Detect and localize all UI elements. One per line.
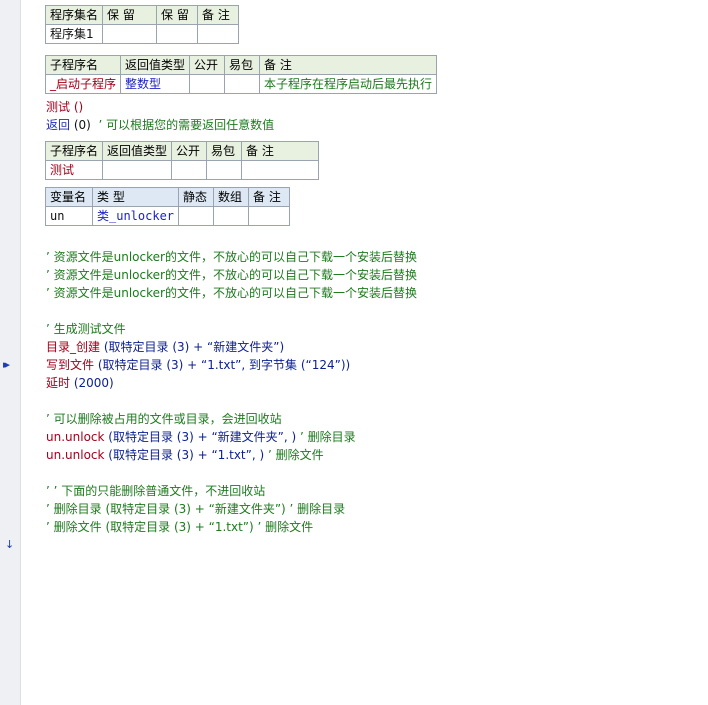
write-args: (取特定目录 (3) + “1.txt”, 到字节集 (“124”)) <box>94 358 351 372</box>
test-easy-pack-cell[interactable] <box>206 160 243 180</box>
header-var-name: 变量名 <box>45 187 93 207</box>
code-line-call-test[interactable]: 测试 () <box>46 98 83 116</box>
header-static: 静态 <box>178 187 215 207</box>
unlock-file-call: un.unlock <box>46 448 105 462</box>
current-line-marker-icon: ▸▸ <box>3 358 10 371</box>
header-public: 公开 <box>171 141 208 161</box>
code-comment-generate[interactable]: ’ 生成测试文件 <box>46 320 126 338</box>
var-array-cell[interactable] <box>213 206 250 226</box>
header-sub-name: 子程序名 <box>44 141 104 161</box>
local-variable-table: 变量名 类 型 静态 数组 备 注 un 类_unlocker <box>45 187 291 226</box>
code-comment-resource-3[interactable]: ’ 资源文件是unlocker的文件，不放心的可以自己下载一个安装后替换 <box>46 284 417 302</box>
return-comment: ’ 可以根据您的需要返回任意数值 <box>98 118 275 132</box>
header-remark: 备 注 <box>241 141 320 161</box>
code-comment-rmdir[interactable]: ’ 删除目录 (取特定目录 (3) + “新建文件夹”) ’ 删除目录 <box>46 500 345 518</box>
header-remark: 备 注 <box>197 5 240 25</box>
test-sub-name-cell[interactable]: 测试 <box>44 160 104 180</box>
code-comment-resource-2[interactable]: ’ 资源文件是unlocker的文件，不放心的可以自己下载一个安装后替换 <box>46 266 417 284</box>
mkdir-args: (取特定目录 (3) + “新建文件夹”) <box>100 340 285 354</box>
reserved-cell-2[interactable] <box>156 24 199 44</box>
line-gutter <box>0 0 21 705</box>
header-reserved-2: 保 留 <box>156 5 199 25</box>
test-return-type-cell[interactable] <box>102 160 173 180</box>
unlock-dir-args: (取特定目录 (3) + “新建文件夹”, ) <box>104 430 301 444</box>
startup-remark-cell[interactable]: 本子程序在程序启动后最先执行 <box>259 74 438 94</box>
header-remark: 备 注 <box>248 187 291 207</box>
var-name-cell[interactable]: un <box>45 206 93 226</box>
startup-sub-name-cell[interactable]: _启动子程序 <box>44 74 122 94</box>
header-public: 公开 <box>189 55 226 75</box>
code-comment-rmfile[interactable]: ’ 删除文件 (取特定目录 (3) + “1.txt”) ’ 删除文件 <box>46 518 313 536</box>
delay-args: (2000) <box>70 376 114 390</box>
unlock-file-args: (取特定目录 (3) + “1.txt”, ) <box>104 448 268 462</box>
header-var-type: 类 型 <box>91 187 180 207</box>
startup-sub-table: 子程序名 返回值类型 公开 易包 备 注 _启动子程序 整数型 本子程序在程序启… <box>44 55 438 94</box>
header-program-set-name: 程序集名 <box>44 5 104 25</box>
test-public-cell[interactable] <box>171 160 208 180</box>
unlock-dir-comment: ’ 删除目录 <box>300 430 356 444</box>
code-line-unlock-dir[interactable]: un.unlock (取特定目录 (3) + “新建文件夹”, ) ’ 删除目录 <box>46 428 356 446</box>
code-comment-occupied[interactable]: ’ 可以删除被占用的文件或目录，会进回收站 <box>46 410 282 428</box>
header-reserved-1: 保 留 <box>102 5 158 25</box>
unlock-file-comment: ’ 删除文件 <box>267 448 324 462</box>
code-line-return[interactable]: 返回 (0) ’ 可以根据您的需要返回任意数值 <box>46 116 274 134</box>
header-easy-pack: 易包 <box>224 55 261 75</box>
arrow-down-marker-icon: ↓ <box>5 538 15 551</box>
code-line-mkdir[interactable]: 目录_创建 (取特定目录 (3) + “新建文件夹”) <box>46 338 284 356</box>
header-sub-name: 子程序名 <box>44 55 122 75</box>
startup-return-type-cell[interactable]: 整数型 <box>120 74 191 94</box>
delay-function: 延时 <box>46 376 71 390</box>
return-keyword: 返回 <box>46 118 71 132</box>
header-return-type: 返回值类型 <box>102 141 173 161</box>
test-remark-cell[interactable] <box>241 160 320 180</box>
return-args: (0) <box>70 118 99 132</box>
header-return-type: 返回值类型 <box>120 55 191 75</box>
program-set-table: 程序集名 保 留 保 留 备 注 程序集1 <box>44 5 240 44</box>
remark-cell[interactable] <box>197 24 240 44</box>
startup-easy-pack-cell[interactable] <box>224 74 261 94</box>
unlock-dir-call: un.unlock <box>46 430 105 444</box>
write-function: 写到文件 <box>46 358 95 372</box>
header-array: 数组 <box>213 187 250 207</box>
code-line-delay[interactable]: 延时 (2000) <box>46 374 114 392</box>
var-static-cell[interactable] <box>178 206 215 226</box>
test-sub-table: 子程序名 返回值类型 公开 易包 备 注 测试 <box>44 141 320 180</box>
var-remark-cell[interactable] <box>248 206 291 226</box>
mkdir-function: 目录_创建 <box>46 340 101 354</box>
code-line-write-file[interactable]: 写到文件 (取特定目录 (3) + “1.txt”, 到字节集 (“124”)) <box>46 356 350 374</box>
reserved-cell-1[interactable] <box>102 24 158 44</box>
program-set-name-cell[interactable]: 程序集1 <box>44 24 104 44</box>
startup-public-cell[interactable] <box>189 74 226 94</box>
code-comment-normal[interactable]: ’ ’ 下面的只能删除普通文件，不进回收站 <box>46 482 265 500</box>
var-type-cell[interactable]: 类_unlocker <box>91 206 180 226</box>
code-line-unlock-file[interactable]: un.unlock (取特定目录 (3) + “1.txt”, ) ’ 删除文件 <box>46 446 324 464</box>
code-comment-resource-1[interactable]: ’ 资源文件是unlocker的文件，不放心的可以自己下载一个安装后替换 <box>46 248 417 266</box>
header-remark: 备 注 <box>259 55 438 75</box>
header-easy-pack: 易包 <box>206 141 243 161</box>
